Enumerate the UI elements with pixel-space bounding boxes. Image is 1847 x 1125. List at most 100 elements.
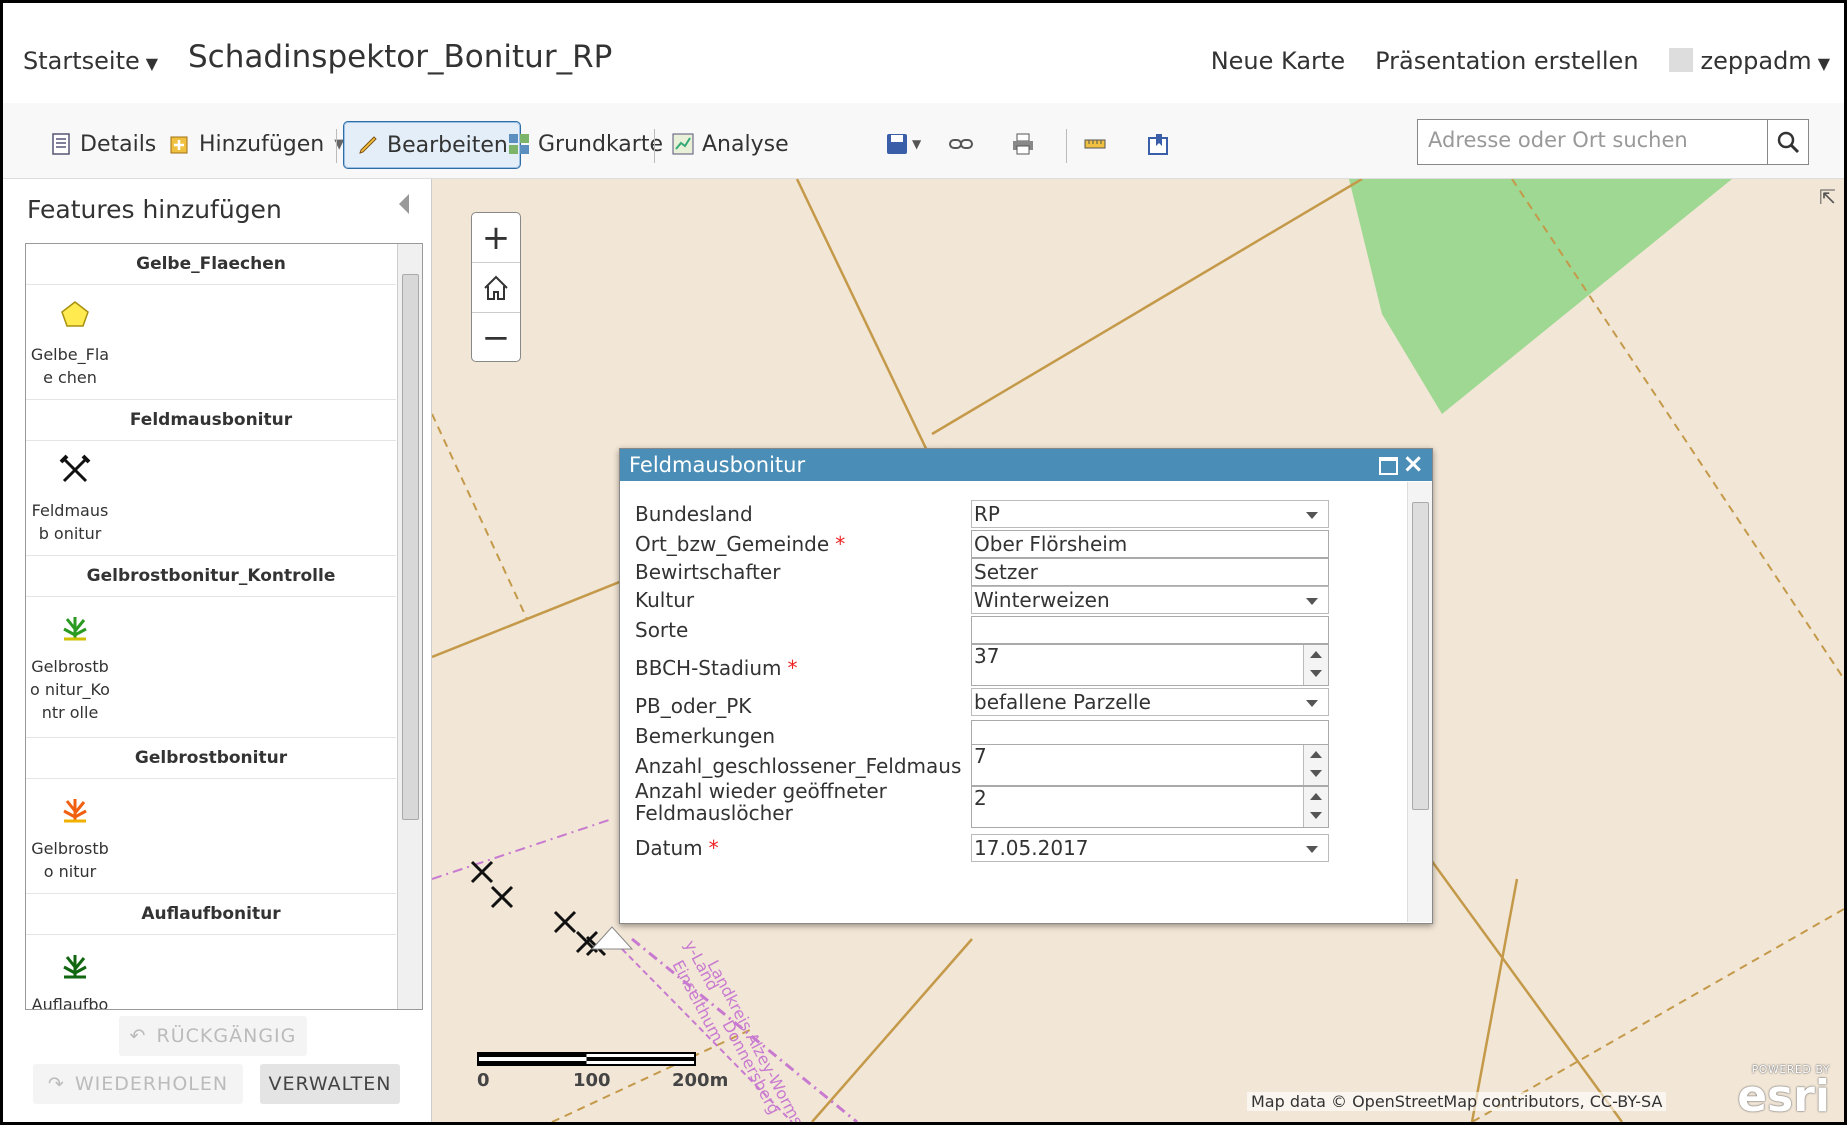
template-group: Auflaufbonitur Auflaufbon	[26, 893, 396, 1009]
group-header: Feldmausbonitur	[26, 399, 396, 441]
esri-wordmark: esri	[1737, 1071, 1830, 1122]
popup-title: Feldmausbonitur	[629, 453, 806, 477]
measure-button[interactable]	[1083, 121, 1114, 167]
path	[1511, 179, 1844, 680]
field-label: Sorte	[635, 618, 689, 642]
search-icon	[1777, 131, 1800, 154]
pb-oder-pk-select[interactable]: befallene Parzelle	[971, 688, 1329, 716]
features-panel: Features hinzufügen Gelbe_Flaechen Gelbe…	[3, 179, 432, 1122]
search-input[interactable]	[1418, 120, 1778, 160]
user-name: zeppadm	[1700, 47, 1812, 75]
edit-label: Bearbeiten	[387, 132, 508, 158]
zoom-control: + −	[471, 212, 521, 362]
group-header: Auflaufbonitur	[26, 893, 396, 935]
search-button[interactable]	[1767, 120, 1808, 164]
add-layer-icon	[170, 136, 188, 154]
print-button[interactable]	[1011, 121, 1042, 167]
group-header: Gelbrostbonitur	[26, 737, 396, 779]
basemap-label: Grundkarte	[538, 131, 663, 157]
stepper-buttons[interactable]	[1303, 645, 1328, 685]
bewirtschafter-field[interactable]: Setzer	[971, 558, 1329, 586]
feature-markers[interactable]	[470, 860, 607, 957]
plant-dark-green-icon	[63, 955, 87, 979]
popup-pointer	[590, 926, 634, 950]
home-label: Startseite	[23, 47, 140, 75]
home-icon	[484, 275, 508, 300]
divider	[336, 129, 337, 163]
road	[931, 179, 1363, 436]
feature-popup: Feldmausbonitur × Bundesland RP Ort_bzw_…	[619, 448, 1433, 924]
home-extent-button[interactable]	[472, 263, 520, 313]
scrollbar-thumb[interactable]	[1412, 502, 1429, 810]
basemap-icon	[509, 134, 529, 154]
divider	[1066, 129, 1067, 163]
expand-icon[interactable]: ⇱	[1819, 185, 1836, 209]
list-scrollbar[interactable]	[397, 244, 422, 1009]
printer-icon	[1013, 133, 1033, 155]
ort-gemeinde-field[interactable]: Ober Flörsheim	[971, 530, 1329, 558]
stepper-value: 2	[974, 786, 987, 810]
popup-header: Feldmausbonitur ×	[620, 449, 1432, 481]
zoom-in-button[interactable]: +	[472, 213, 520, 263]
field-label-text: Datum	[635, 836, 703, 860]
details-icon	[52, 133, 70, 155]
boundary-line	[432, 818, 613, 880]
manage-label: VERWALTEN	[268, 1073, 392, 1095]
template-item[interactable]: Auflaufbon	[26, 935, 396, 1009]
close-icon[interactable]: ×	[1402, 448, 1424, 480]
edit-button[interactable]: Bearbeiten	[343, 121, 521, 169]
panel-title: Features hinzufügen	[27, 195, 282, 224]
share-button[interactable]	[949, 121, 980, 167]
details-button[interactable]: Details	[49, 121, 156, 167]
popup-scrollbar[interactable]	[1407, 482, 1432, 922]
sorte-field[interactable]	[971, 616, 1329, 644]
esri-logo[interactable]: POWERED BY esri	[1737, 1063, 1830, 1122]
undo-label: RÜCKGÄNGIG	[156, 1025, 297, 1047]
create-presentation-link[interactable]: Präsentation erstellen	[1375, 47, 1638, 75]
plus-icon: +	[481, 217, 511, 258]
stepper-buttons[interactable]	[1303, 787, 1328, 827]
save-button[interactable]: ▼	[885, 121, 921, 167]
popup-form: Bundesland RP Ort_bzw_Gemeinde * Ober Flö…	[620, 482, 1406, 922]
bundesland-select[interactable]: RP	[971, 500, 1329, 528]
template-group: Gelbe_Flaechen Gelbe_Flae chen	[26, 244, 396, 399]
plant-green-icon	[63, 617, 87, 641]
search-box	[1417, 119, 1809, 165]
home-menu[interactable]: Startseite ▼	[23, 47, 158, 75]
form-row: Bewirtschafter Setzer	[635, 558, 1395, 588]
user-menu[interactable]: zeppadm ▼	[1668, 47, 1830, 75]
geoeffnete-feldmaus-stepper[interactable]: 2	[971, 786, 1329, 828]
road	[1470, 878, 1519, 1122]
bookmarks-button[interactable]	[1146, 121, 1177, 167]
redo-button[interactable]: ↷ WIEDERHOLEN	[33, 1064, 243, 1104]
map-attribution: Map data © OpenStreetMap contributors, C…	[1247, 1092, 1667, 1111]
template-item[interactable]: Gelbrostbo nitur	[26, 779, 396, 893]
manage-button[interactable]: VERWALTEN	[260, 1064, 400, 1104]
scrollbar-thumb[interactable]	[402, 274, 419, 820]
template-item[interactable]: Gelbe_Flae chen	[26, 285, 396, 399]
bbch-stadium-stepper[interactable]: 37	[971, 644, 1329, 686]
form-row: Sorte	[635, 616, 1395, 646]
field-label-text: BBCH-Stadium	[635, 656, 782, 680]
field-label: BBCH-Stadium *	[635, 654, 975, 682]
details-label: Details	[80, 131, 157, 157]
kultur-select[interactable]: Winterweizen	[971, 586, 1329, 614]
basemap-button[interactable]: Grundkarte	[507, 121, 663, 167]
template-item[interactable]: Gelbrostbo nitur_Kontr olle	[26, 597, 396, 737]
datum-field[interactable]: 17.05.2017	[971, 834, 1329, 862]
path	[432, 413, 528, 620]
save-icon	[887, 134, 907, 154]
scale-label: 0	[477, 1070, 490, 1091]
zoom-out-button[interactable]: −	[472, 313, 520, 362]
collapse-panel-icon[interactable]	[399, 194, 409, 214]
divider	[654, 129, 655, 163]
maximize-icon[interactable]	[1379, 457, 1398, 475]
scale-label: 200m	[672, 1070, 729, 1091]
analysis-button[interactable]: Analyse	[671, 121, 789, 167]
new-map-link[interactable]: Neue Karte	[1211, 47, 1345, 75]
template-item[interactable]: Feldmausb onitur	[26, 441, 396, 555]
undo-button[interactable]: ↶ RÜCKGÄNGIG	[119, 1016, 307, 1056]
group-header: Gelbrostbonitur_Kontrolle	[26, 555, 396, 597]
add-button[interactable]: Hinzufügen ▼	[168, 121, 344, 167]
required-marker: *	[835, 532, 846, 556]
